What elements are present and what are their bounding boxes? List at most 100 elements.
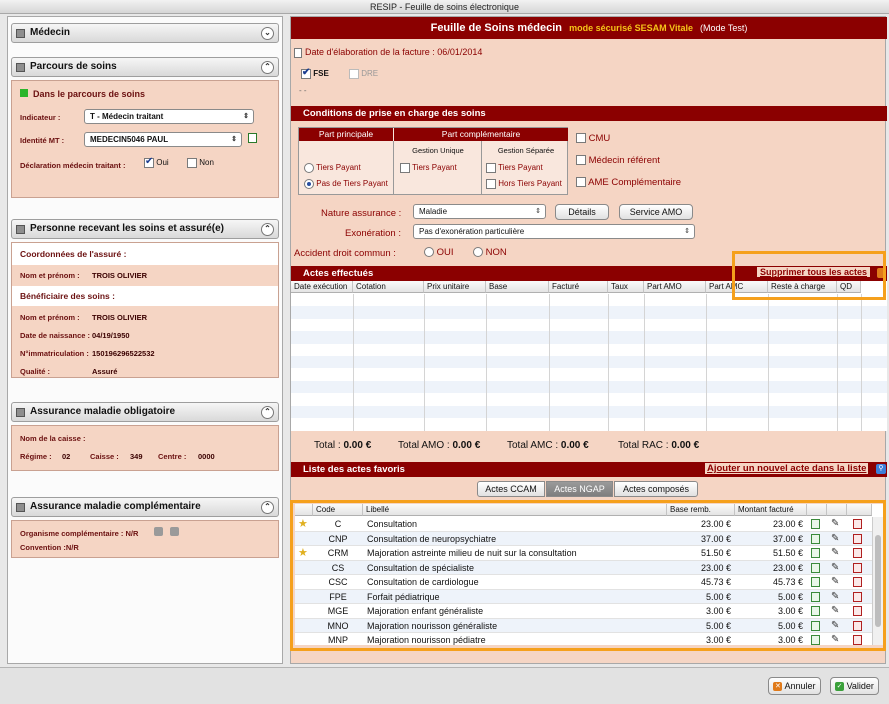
identite-select[interactable]: MEDECIN5046 PAUL ⇕ — [84, 132, 242, 147]
select-arrow-icon: ⇕ — [231, 136, 237, 143]
amc-panel-title: Assurance maladie complémentaire — [30, 501, 201, 512]
header-mode: mode sécurisé SESAM Vitale — [569, 23, 693, 33]
panel-icon — [16, 408, 25, 417]
header-test: (Mode Test) — [700, 23, 748, 33]
centre-label: Centre : — [158, 452, 187, 461]
actes-empty-row — [291, 318, 887, 332]
fse-checkbox[interactable] — [301, 67, 311, 79]
actes-column-header[interactable]: Date exécution — [291, 281, 353, 293]
cancel-icon: ✕ — [773, 682, 783, 692]
nom-value: TROIS OLIVIER — [92, 271, 148, 280]
actes-empty-row — [291, 306, 887, 319]
actes-column-header[interactable]: Facturé — [549, 281, 608, 293]
accident-label: Accident droit commun : — [294, 248, 396, 259]
actes-empty-row — [291, 380, 887, 394]
select-arrow-icon: ⇕ — [535, 208, 541, 215]
tab-actes-ccam[interactable]: Actes CCAM — [477, 481, 545, 497]
tiers-payant-radio[interactable] — [304, 163, 314, 173]
ame-checkbox[interactable] — [576, 177, 586, 188]
nom2-label: Nom et prénom : — [20, 313, 80, 322]
check-icon: ✓ — [835, 682, 845, 692]
gs-tiers-payant-checkbox[interactable] — [486, 163, 496, 173]
service-amo-button[interactable]: Service AMO — [619, 204, 693, 220]
chevron-up-icon[interactable]: ⌃ — [261, 223, 274, 236]
panel-icon — [16, 225, 25, 234]
nature-assurance-label: Nature assurance : — [321, 208, 402, 219]
tiers-payant-label: Tiers Payant — [316, 163, 361, 173]
medecin-referent-label: Médecin référent — [588, 155, 660, 166]
parcours-panel-header[interactable]: Parcours de soins ⌃ — [11, 57, 279, 77]
medecin-panel-header[interactable]: Médecin ⌄ — [11, 23, 279, 43]
gestion-separee-label: Gestion Séparée — [497, 146, 555, 155]
select-arrow-icon: ⇕ — [684, 228, 690, 235]
medecin-referent-checkbox[interactable] — [576, 155, 586, 166]
actes-column-header[interactable]: Taux — [608, 281, 644, 293]
naissance-value: 04/19/1950 — [92, 331, 130, 340]
immat-value: 150196296522532 — [92, 349, 155, 358]
cmu-label: CMU — [588, 133, 611, 144]
actes-column-header[interactable]: Cotation — [353, 281, 424, 293]
annuler-button[interactable]: ✕ Annuler — [768, 677, 821, 695]
details-button[interactable]: Détails — [555, 204, 609, 220]
caisse2-value: 349 — [130, 452, 143, 461]
chevron-up-icon[interactable]: ⌃ — [261, 501, 274, 514]
total-amc-label: Total AMC : — [507, 440, 561, 451]
regime-value: 02 — [62, 452, 71, 461]
pas-tiers-payant-radio[interactable] — [304, 179, 314, 189]
amo-panel-header[interactable]: Assurance maladie obligatoire ⌃ — [11, 402, 279, 422]
cmu-checkbox[interactable] — [576, 133, 586, 144]
actes-column-header[interactable]: Part AMO — [644, 281, 706, 293]
declaration-non-checkbox[interactable] — [187, 158, 197, 168]
conditions-title: Conditions de prise en charge des soins — [303, 108, 486, 119]
actes-title: Actes effectués — [303, 268, 374, 279]
annuler-label: Annuler — [784, 681, 816, 691]
amc-panel-header[interactable]: Assurance maladie complémentaire ⌃ — [11, 497, 279, 517]
chevron-down-icon[interactable]: ⌄ — [261, 27, 274, 40]
accident-non-radio[interactable] — [473, 247, 483, 258]
organisme-clear-icon[interactable] — [170, 527, 179, 536]
highlight-box-favoris — [290, 500, 886, 651]
gu-tiers-payant-label: Tiers Payant — [412, 163, 457, 173]
conditions-bar: Conditions de prise en charge des soins — [291, 106, 887, 121]
chevron-up-icon[interactable]: ⌃ — [261, 61, 274, 74]
parcours-panel: Parcours de soins ⌃ Dans le parcours de s… — [11, 57, 279, 198]
panel-icon — [16, 29, 25, 38]
gu-tiers-payant-checkbox[interactable] — [400, 163, 410, 173]
immat-label: N°immatriculation : — [20, 349, 89, 358]
exoneration-label: Exonération : — [345, 228, 401, 239]
indicateur-select[interactable]: T - Médecin traitant ⇕ — [84, 109, 254, 124]
valider-button[interactable]: ✓ Valider — [830, 677, 879, 695]
amo-panel: Assurance maladie obligatoire ⌃ Nom de la… — [11, 402, 279, 471]
actes-column-divider — [644, 294, 645, 431]
actes-column-header[interactable]: Base — [486, 281, 549, 293]
dashes: - - — [299, 86, 307, 95]
actes-column-divider — [861, 294, 862, 431]
tab-actes-ngap[interactable]: Actes NGAP — [546, 481, 613, 497]
amo-panel-body: Nom de la caisse : Régime : 02 Caisse : … — [11, 425, 279, 471]
organisme-label: Organisme complémentaire : N/R — [20, 529, 139, 538]
actes-column-header[interactable]: Prix unitaire — [424, 281, 486, 293]
accident-oui-label: OUI — [436, 247, 454, 258]
panel-icon — [16, 503, 25, 512]
hors-tiers-payant-label: Hors Tiers Payant — [498, 179, 562, 189]
organisme-search-icon[interactable] — [154, 527, 163, 536]
actes-empty-row — [291, 405, 887, 418]
total-amo-label: Total AMO : — [398, 440, 453, 451]
accident-oui-radio[interactable] — [424, 247, 434, 258]
exoneration-select[interactable]: Pas d'exonération particulière ⇕ — [413, 224, 695, 239]
chevron-up-icon[interactable]: ⌃ — [261, 406, 274, 419]
edit-mt-icon[interactable] — [248, 133, 257, 143]
hors-tiers-payant-checkbox[interactable] — [486, 179, 496, 189]
ajouter-acte-link[interactable]: Ajouter un nouvel acte dans la liste — [705, 463, 869, 474]
actes-empty-row — [291, 418, 887, 431]
declaration-oui-checkbox[interactable] — [144, 156, 154, 168]
search-icon[interactable]: ⚲ — [876, 464, 886, 474]
accident-non-label: NON — [485, 247, 507, 258]
declaration-oui-label: Oui — [156, 158, 169, 168]
actes-column-divider — [353, 294, 354, 431]
nature-assurance-select[interactable]: Maladie ⇕ — [413, 204, 546, 219]
qualite-value: Assuré — [92, 367, 118, 376]
personne-panel-header[interactable]: Personne recevant les soins et assuré(e)… — [11, 219, 279, 239]
dre-checkbox[interactable] — [349, 69, 359, 79]
tab-actes-composes[interactable]: Actes composés — [614, 481, 698, 497]
